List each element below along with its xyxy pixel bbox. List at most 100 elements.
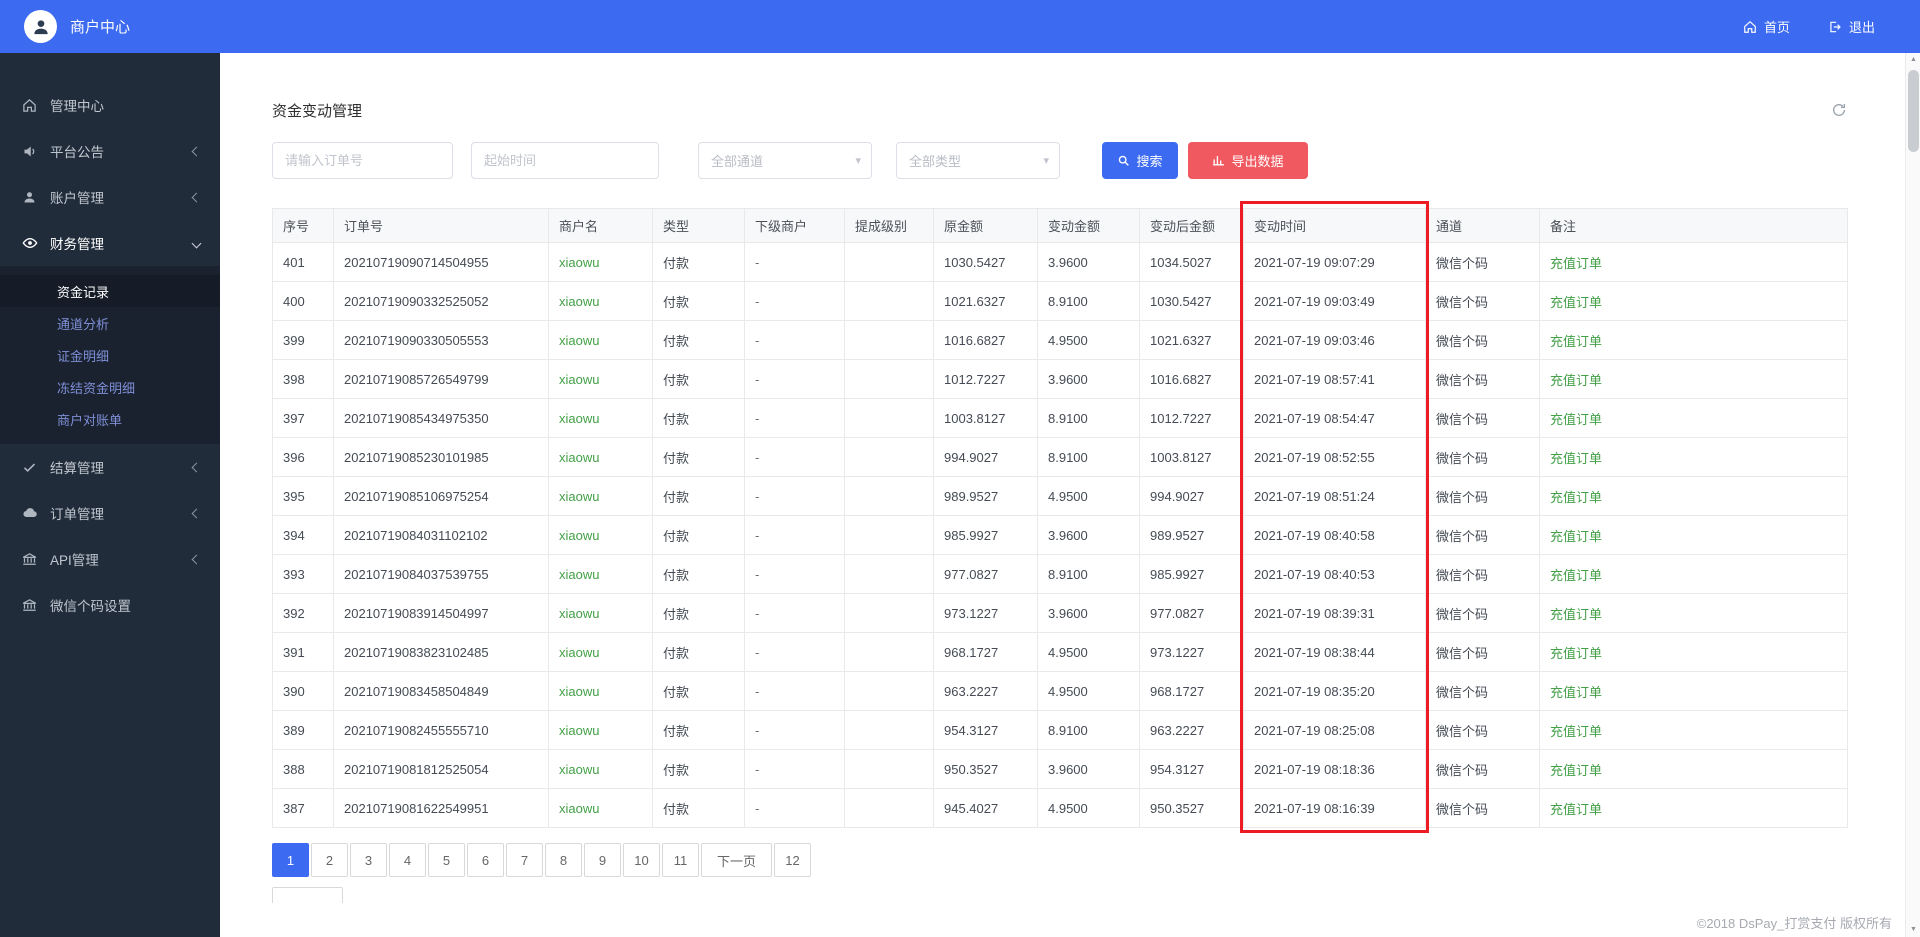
table-cell: 1030.5427 xyxy=(1139,281,1244,321)
table-cell xyxy=(844,554,934,594)
table-cell: 963.2227 xyxy=(933,671,1038,711)
column-header: 原金额 xyxy=(933,208,1038,243)
pagination-page-2[interactable]: 2 xyxy=(311,843,348,877)
scroll-up-icon[interactable]: ▲ xyxy=(1906,53,1920,67)
table-cell: - xyxy=(744,515,845,555)
order-number-input[interactable] xyxy=(272,142,453,179)
table-cell: 945.4027 xyxy=(933,788,1038,828)
table-row: 391 20210719083823102485 xiaowu 付款 - 968.1727… xyxy=(272,632,1848,672)
sidebar-item-account-management[interactable]: 账户管理 xyxy=(0,174,220,220)
pagination-page-5[interactable]: 5 xyxy=(428,843,465,877)
table-cell xyxy=(844,671,934,711)
pagination-page-3[interactable]: 3 xyxy=(350,843,387,877)
table-cell: - xyxy=(744,398,845,438)
channel-select[interactable]: 全部通道 ▾ xyxy=(698,142,872,179)
pagination-page-9[interactable]: 9 xyxy=(584,843,621,877)
sidebar-item-api-management[interactable]: API管理 xyxy=(0,536,220,582)
pagination-page-4[interactable]: 4 xyxy=(389,843,426,877)
submenu-item-merchant-statement[interactable]: 商户对账单 xyxy=(0,403,220,435)
search-icon xyxy=(1117,154,1130,167)
sidebar-item-admin-center[interactable]: 管理中心 xyxy=(0,82,220,128)
table-cell: 20210719090332525052 xyxy=(333,281,549,321)
table-cell: 1030.5427 xyxy=(933,242,1038,282)
eye-icon xyxy=(22,235,39,251)
table-cell: 3.9600 xyxy=(1037,749,1140,789)
pagination-next-button[interactable]: 下一页 xyxy=(701,843,773,877)
pagination-page-12[interactable]: 12 xyxy=(774,843,812,877)
table-cell: 1021.6327 xyxy=(933,281,1038,321)
table-cell: 充值订单 xyxy=(1539,281,1848,321)
sidebar: 管理中心 平台公告 账户管理 财务管理 资金记录 通道分析 证金明细 冻结资金明… xyxy=(0,53,220,937)
table-cell: - xyxy=(744,593,845,633)
table-cell: 20210719085726549799 xyxy=(333,359,549,399)
sidebar-item-label: 账户管理 xyxy=(50,191,104,206)
table-cell: 20210719083823102485 xyxy=(333,632,549,672)
table-cell: - xyxy=(744,242,845,282)
table-row: 400 20210719090332525052 xiaowu 付款 - 1021.632… xyxy=(272,281,1848,321)
sidebar-item-label: 订单管理 xyxy=(50,507,104,522)
pagination-page-7[interactable]: 7 xyxy=(506,843,543,877)
table-row: 395 20210719085106975254 xiaowu 付款 - 989.9527… xyxy=(272,476,1848,516)
table-cell: xiaowu xyxy=(548,788,653,828)
caret-down-icon: ▾ xyxy=(1043,155,1049,167)
table-row: 389 20210719082455555710 xiaowu 付款 - 954.3127… xyxy=(272,710,1848,750)
chevron-left-icon xyxy=(191,508,202,518)
export-data-button[interactable]: 导出数据 xyxy=(1188,142,1308,179)
table-cell: 付款 xyxy=(652,593,745,633)
refresh-icon[interactable] xyxy=(1831,102,1847,118)
chevron-left-icon xyxy=(191,192,202,202)
column-header: 商户名 xyxy=(548,208,653,243)
table-cell: 20210719085106975254 xyxy=(333,476,549,516)
scroll-down-icon[interactable]: ▼ xyxy=(1906,923,1920,937)
table-cell: 付款 xyxy=(652,788,745,828)
pagination-page-11[interactable]: 11 xyxy=(662,843,699,877)
logout-link[interactable]: 退出 xyxy=(1828,17,1875,36)
table-cell: 1003.8127 xyxy=(933,398,1038,438)
merchant-logo-icon xyxy=(24,10,57,43)
type-select[interactable]: 全部类型 ▾ xyxy=(896,142,1060,179)
table-cell: 977.0827 xyxy=(933,554,1038,594)
table-cell: - xyxy=(744,788,845,828)
table-cell: 963.2227 xyxy=(1139,710,1244,750)
scrollbar-thumb[interactable] xyxy=(1908,70,1919,152)
table-cell: 387 xyxy=(272,788,334,828)
table-cell: 微信个码 xyxy=(1425,398,1540,438)
start-time-input[interactable] xyxy=(471,142,659,179)
pagination-page-6[interactable]: 6 xyxy=(467,843,504,877)
submenu-item-funds-record[interactable]: 资金记录 xyxy=(0,275,220,307)
table-cell: 397 xyxy=(272,398,334,438)
table-cell: xiaowu xyxy=(548,710,653,750)
table-row: 401 20210719090714504955 xiaowu 付款 - 1030.542… xyxy=(272,242,1848,282)
table-cell: 付款 xyxy=(652,749,745,789)
sidebar-item-platform-announcements[interactable]: 平台公告 xyxy=(0,128,220,174)
table-cell: 20210719083914504997 xyxy=(333,593,549,633)
submenu-item-deposit-detail[interactable]: 证金明细 xyxy=(0,339,220,371)
table-cell: 2021-07-19 08:38:44 xyxy=(1243,632,1426,672)
home-link[interactable]: 首页 xyxy=(1743,17,1790,36)
pagination-page-10[interactable]: 10 xyxy=(623,843,660,877)
sidebar-item-wechat-code-settings[interactable]: 微信个码设置 xyxy=(0,582,220,628)
submenu-item-channel-analysis[interactable]: 通道分析 xyxy=(0,307,220,339)
column-header: 下级商户 xyxy=(744,208,845,243)
table-cell: 20210719085434975350 xyxy=(333,398,549,438)
table-cell: 付款 xyxy=(652,710,745,750)
table-cell: 充值订单 xyxy=(1539,788,1848,828)
table-cell: xiaowu xyxy=(548,320,653,360)
table-cell: 20210719090330505553 xyxy=(333,320,549,360)
table-cell: 充值订单 xyxy=(1539,242,1848,282)
page-title: 资金变动管理 xyxy=(272,102,363,120)
pagination-page-1[interactable]: 1 xyxy=(272,843,309,877)
submenu-item-frozen-funds-detail[interactable]: 冻结资金明细 xyxy=(0,371,220,403)
sidebar-item-finance-management[interactable]: 财务管理 xyxy=(0,220,220,266)
vertical-scrollbar[interactable]: ▲ ▼ xyxy=(1905,53,1920,937)
sidebar-item-settlement-management[interactable]: 结算管理 xyxy=(0,444,220,490)
table-cell: 3.9600 xyxy=(1037,242,1140,282)
sidebar-item-order-management[interactable]: 订单管理 xyxy=(0,490,220,536)
table-cell: 401 xyxy=(272,242,334,282)
check-icon xyxy=(22,460,39,475)
chart-export-icon xyxy=(1212,154,1225,167)
search-button[interactable]: 搜索 xyxy=(1102,142,1178,179)
pagination-page-8[interactable]: 8 xyxy=(545,843,582,877)
page-jump-box-partial[interactable] xyxy=(272,887,343,903)
table-cell: 393 xyxy=(272,554,334,594)
